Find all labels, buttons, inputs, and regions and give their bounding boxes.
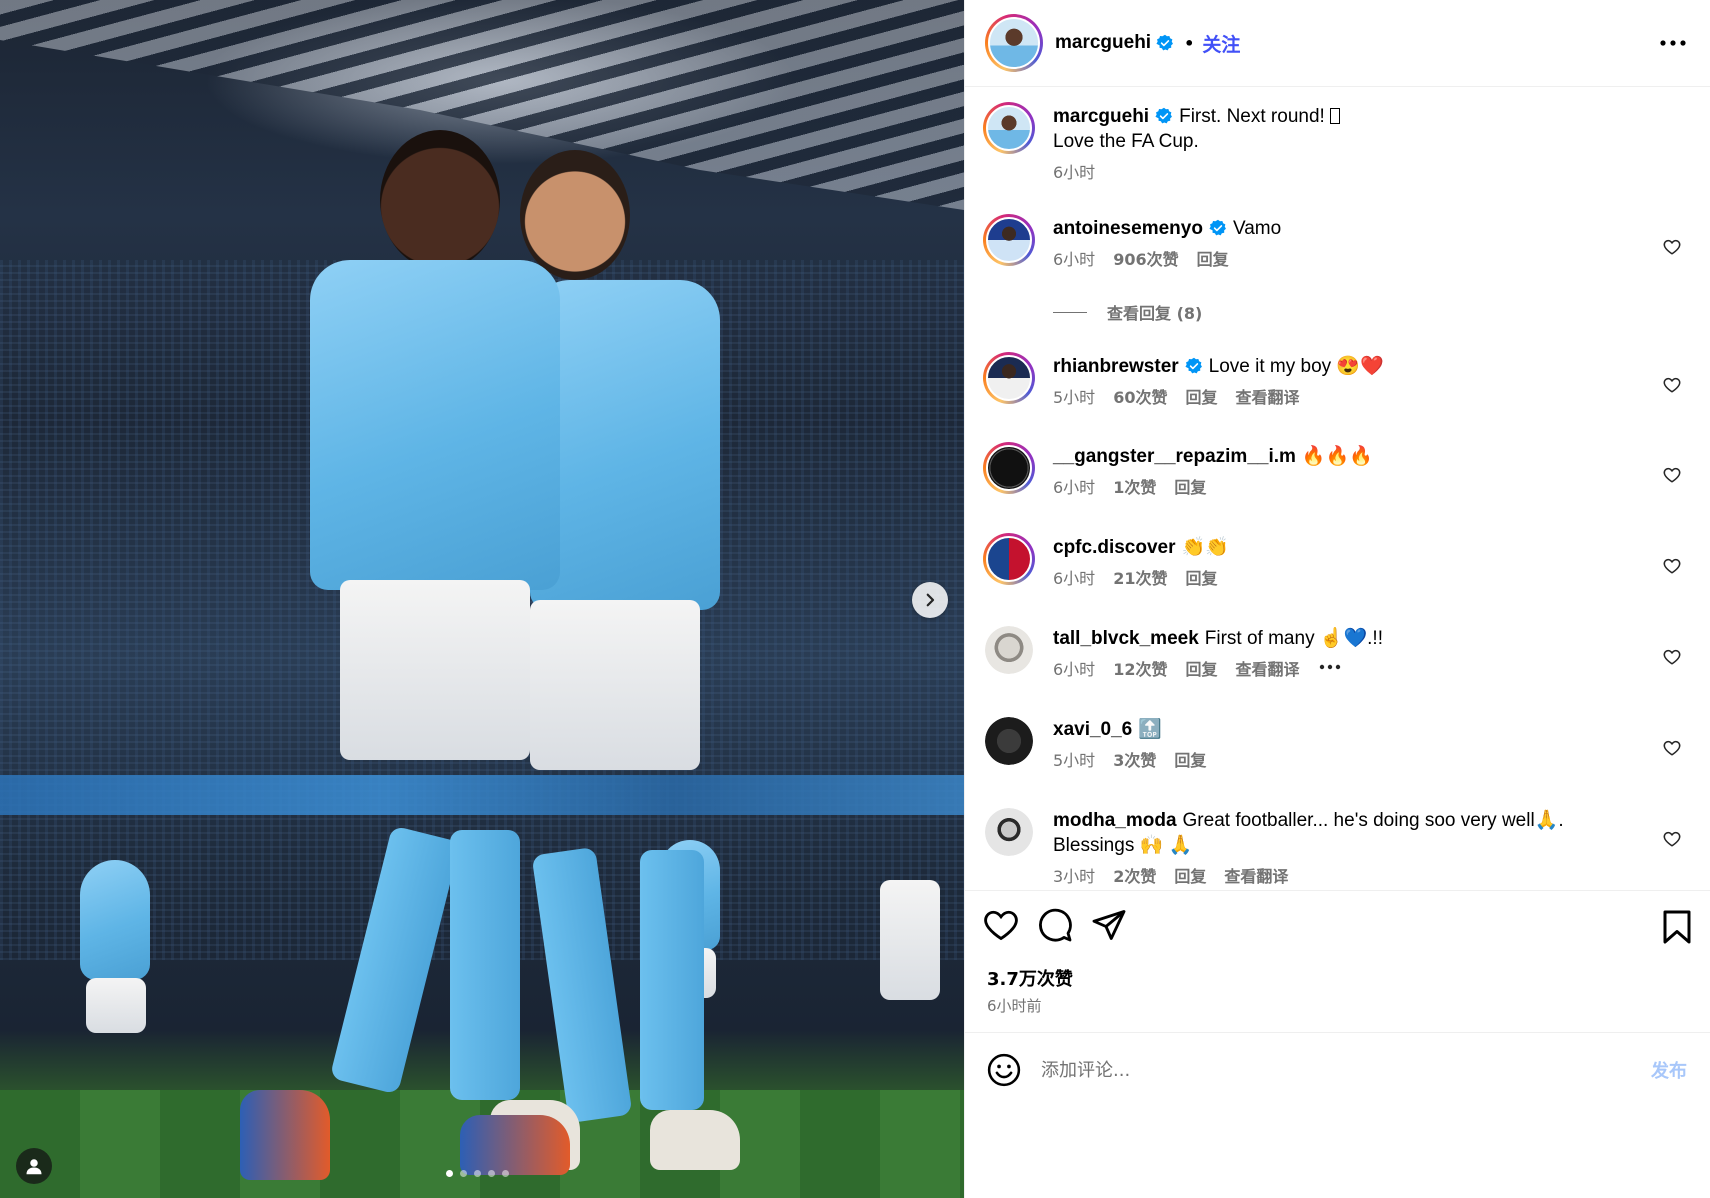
comment-likes[interactable]: 1次赞 xyxy=(1113,475,1156,500)
verified-badge-icon xyxy=(1209,219,1226,236)
comment-time[interactable]: 5小时 xyxy=(1053,748,1095,773)
comment-likes[interactable]: 21次赞 xyxy=(1113,566,1167,591)
commenter-avatar[interactable] xyxy=(983,442,1035,494)
carousel-dot xyxy=(474,1170,481,1177)
reply-button[interactable]: 回复 xyxy=(1197,247,1229,272)
reply-button[interactable]: 回复 xyxy=(1185,657,1217,682)
see-translation-button[interactable]: 查看翻译 xyxy=(1235,657,1299,682)
more-horizontal-icon xyxy=(1660,40,1686,46)
post-time[interactable]: 6小时前 xyxy=(987,995,1042,1016)
comment-text: Love it my boy 😍❤️ xyxy=(1208,356,1384,377)
next-photo-button[interactable] xyxy=(912,582,948,618)
view-replies-label: 查看回复 (8) xyxy=(1107,304,1203,323)
caption-text-line2: Love the FA Cup. xyxy=(1053,131,1199,152)
post-photo[interactable] xyxy=(0,0,964,1198)
replies-line xyxy=(1053,311,1087,313)
comment-text: 🔥🔥🔥 xyxy=(1301,446,1373,467)
comment-username[interactable]: modha_moda xyxy=(1053,810,1177,831)
comment-time[interactable]: 6小时 xyxy=(1053,657,1095,682)
post-comment-button[interactable]: 发布 xyxy=(1651,1057,1687,1083)
comment-text: Vamo xyxy=(1232,218,1282,239)
comment-username[interactable]: tall_blvck_meek xyxy=(1053,628,1199,649)
like-comment-icon[interactable] xyxy=(1663,648,1681,666)
chevron-right-icon xyxy=(926,593,935,607)
emoji-icon[interactable] xyxy=(987,1053,1021,1087)
verified-badge-icon xyxy=(1156,34,1174,51)
like-comment-icon[interactable] xyxy=(1663,557,1681,575)
see-translation-button[interactable]: 查看翻译 xyxy=(1224,864,1288,889)
caption-username[interactable]: marcguehi xyxy=(1053,106,1149,127)
post-actions: 3.7万次赞 6小时前 xyxy=(965,890,1710,1032)
comment-likes[interactable]: 60次赞 xyxy=(1113,385,1167,410)
carousel-indicator xyxy=(446,1170,509,1177)
missing-glyph-icon xyxy=(1330,108,1341,124)
comment-likes[interactable]: 906次赞 xyxy=(1113,247,1178,272)
author-username[interactable]: marcguehi xyxy=(1055,32,1151,54)
like-comment-icon[interactable] xyxy=(1663,739,1681,757)
post-header: marcguehi • 关注 xyxy=(965,0,1710,87)
comment-likes[interactable]: 12次赞 xyxy=(1113,657,1167,682)
comment-text: First of many ☝💙.!! xyxy=(1204,628,1383,649)
view-replies-button[interactable]: 查看回复 (8) xyxy=(1053,300,1202,324)
commenter-avatar[interactable] xyxy=(985,626,1033,674)
commenter-avatar[interactable] xyxy=(983,533,1035,585)
comments-list[interactable]: marcguehi First. Next round! Love the FA … xyxy=(965,88,1710,890)
verified-badge-icon xyxy=(1185,357,1202,374)
comment-username[interactable]: xavi_0_6 xyxy=(1053,719,1132,740)
like-comment-icon[interactable] xyxy=(1663,830,1681,848)
carousel-dot xyxy=(502,1170,509,1177)
comment-time[interactable]: 6小时 xyxy=(1053,247,1095,272)
like-comment-icon[interactable] xyxy=(1663,376,1681,394)
comment-likes[interactable]: 2次赞 xyxy=(1113,864,1156,889)
see-translation-button[interactable]: 查看翻译 xyxy=(1235,385,1299,410)
carousel-dot xyxy=(460,1170,467,1177)
comment-time[interactable]: 6小时 xyxy=(1053,566,1095,591)
share-icon[interactable] xyxy=(1091,907,1127,943)
user-icon xyxy=(26,1159,42,1175)
follow-button[interactable]: 关注 xyxy=(1202,30,1240,57)
author-avatar[interactable] xyxy=(983,102,1035,154)
reply-button[interactable]: 回复 xyxy=(1174,864,1206,889)
post-details-panel: marcguehi • 关注 marcguehi First. Next roun… xyxy=(964,0,1710,1198)
add-comment-bar: 发布 xyxy=(965,1032,1710,1198)
carousel-dot xyxy=(488,1170,495,1177)
comment-username[interactable]: antoinesemenyo xyxy=(1053,218,1203,239)
like-comment-icon[interactable] xyxy=(1663,238,1681,256)
verified-badge-icon xyxy=(1155,107,1173,124)
author-avatar[interactable] xyxy=(985,14,1043,72)
like-icon[interactable] xyxy=(983,907,1019,943)
commenter-avatar[interactable] xyxy=(983,214,1035,266)
advert-board xyxy=(0,775,964,815)
header-separator: • xyxy=(1184,33,1195,53)
reply-button[interactable]: 回复 xyxy=(1185,385,1217,410)
caption-text: First. Next round! xyxy=(1179,106,1331,127)
reply-button[interactable]: 回复 xyxy=(1174,748,1206,773)
reply-button[interactable]: 回复 xyxy=(1174,475,1206,500)
more-horizontal-icon[interactable] xyxy=(1318,657,1342,677)
like-comment-icon[interactable] xyxy=(1663,466,1681,484)
comment-likes[interactable]: 3次赞 xyxy=(1113,748,1156,773)
comment-time[interactable]: 5小时 xyxy=(1053,385,1095,410)
post-likes-count[interactable]: 3.7万次赞 xyxy=(987,965,1073,991)
commenter-avatar[interactable] xyxy=(985,808,1033,856)
comment-username[interactable]: cpfc.discover xyxy=(1053,537,1176,558)
carousel-dot xyxy=(446,1170,453,1177)
commenter-avatar[interactable] xyxy=(985,717,1033,765)
comment-time[interactable]: 3小时 xyxy=(1053,864,1095,889)
more-options-button[interactable] xyxy=(1658,28,1688,58)
caption-time[interactable]: 6小时 xyxy=(1053,160,1095,185)
reply-button[interactable]: 回复 xyxy=(1185,566,1217,591)
comment-input[interactable] xyxy=(1041,1055,1561,1085)
comment-username[interactable]: __gangster__repazim__i.m xyxy=(1053,446,1296,467)
commenter-avatar[interactable] xyxy=(983,352,1035,404)
comment-time[interactable]: 6小时 xyxy=(1053,475,1095,500)
comment-text: 🔝 xyxy=(1138,719,1162,740)
comment-username[interactable]: rhianbrewster xyxy=(1053,356,1179,377)
bookmark-icon[interactable] xyxy=(1661,909,1693,945)
comment-icon[interactable] xyxy=(1037,907,1073,943)
comment-text: 👏👏 xyxy=(1181,537,1229,558)
tagged-people-button[interactable] xyxy=(16,1148,52,1184)
